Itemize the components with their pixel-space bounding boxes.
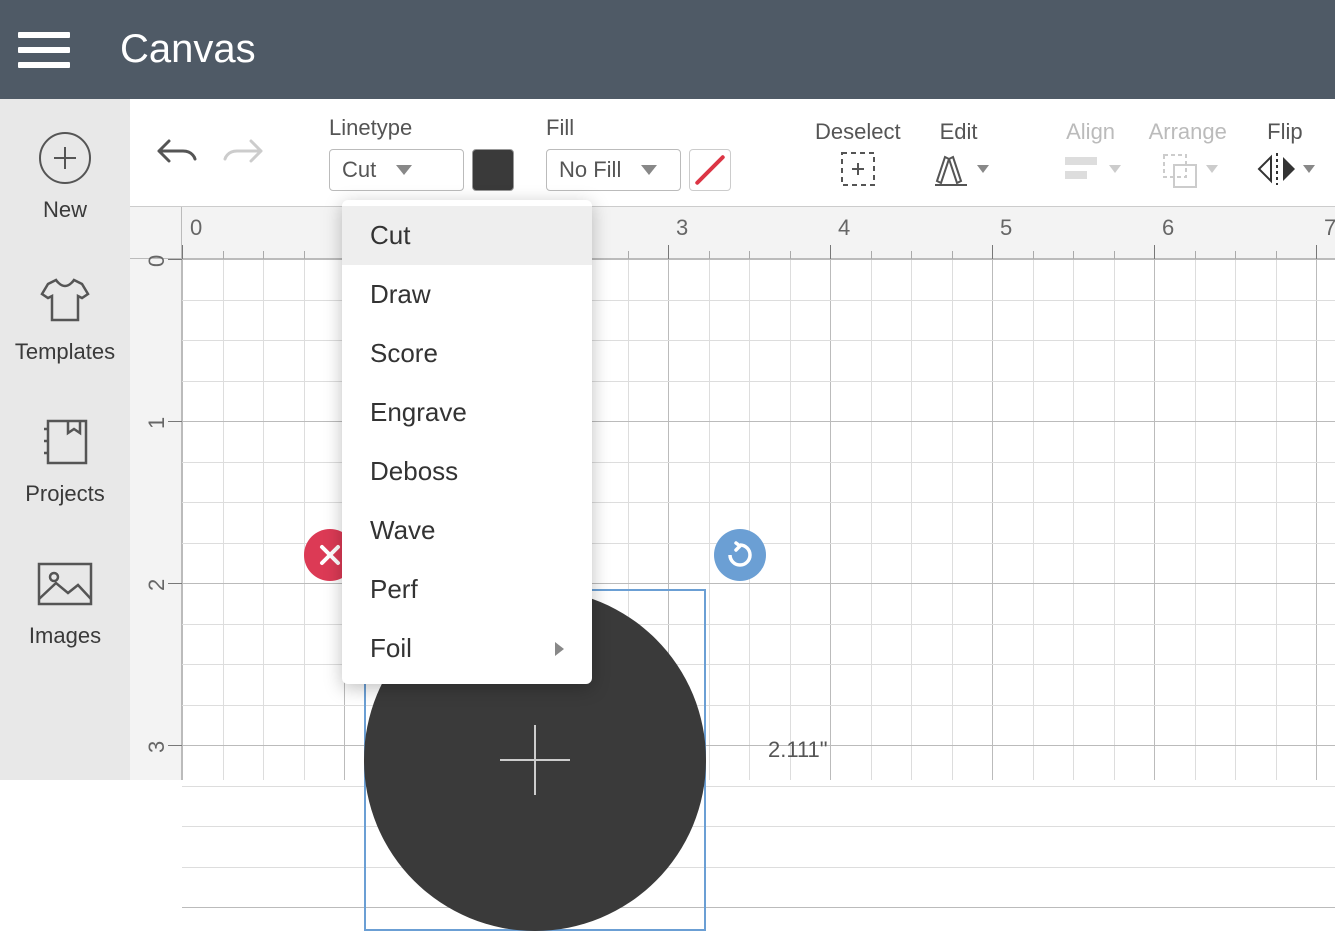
fill-color-swatch[interactable] (689, 149, 731, 191)
notebook-icon (36, 413, 94, 471)
plus-circle-icon (36, 129, 94, 187)
flip-icon (1255, 151, 1315, 187)
deselect-icon (838, 151, 878, 187)
menu-hamburger-icon[interactable] (18, 32, 70, 68)
chevron-down-icon (1109, 165, 1121, 173)
sidebar-item-images[interactable]: Images (29, 555, 101, 649)
deselect-action[interactable]: Deselect (815, 119, 901, 187)
linetype-value: Cut (342, 157, 376, 183)
left-sidebar: New Templates Projects Images (0, 99, 130, 780)
sidebar-item-projects[interactable]: Projects (25, 413, 104, 507)
page-title: Canvas (120, 27, 256, 72)
linetype-option-perf[interactable]: Perf (342, 560, 592, 619)
linetype-dropdown-menu: CutDrawScoreEngraveDebossWavePerfFoil (342, 200, 592, 684)
linetype-option-wave[interactable]: Wave (342, 501, 592, 560)
sidebar-label-projects: Projects (25, 481, 104, 507)
linetype-option-draw[interactable]: Draw (342, 265, 592, 324)
image-icon (36, 555, 94, 613)
undo-icon[interactable] (155, 135, 199, 171)
edit-action[interactable]: Edit (929, 119, 989, 187)
sidebar-label-images: Images (29, 623, 101, 649)
linetype-option-deboss[interactable]: Deboss (342, 442, 592, 501)
edit-tools-icon (929, 151, 989, 187)
fill-group: Fill No Fill (546, 115, 731, 191)
linetype-option-foil[interactable]: Foil (342, 619, 592, 678)
sidebar-label-templates: Templates (15, 339, 115, 365)
ruler-vertical: 0123 (130, 259, 182, 780)
fill-value: No Fill (559, 157, 621, 183)
chevron-right-icon (555, 642, 564, 656)
linetype-option-cut[interactable]: Cut (342, 206, 592, 265)
arrange-action: Arrange (1149, 119, 1227, 187)
rotate-icon (726, 541, 754, 569)
top-toolbar: Linetype Cut Fill No Fill Deselect Edit (130, 99, 1335, 207)
linetype-option-engrave[interactable]: Engrave (342, 383, 592, 442)
linetype-label: Linetype (329, 115, 514, 141)
chevron-down-icon (1303, 165, 1315, 173)
chevron-down-icon (396, 165, 412, 175)
fill-label: Fill (546, 115, 731, 141)
close-icon (318, 543, 342, 567)
align-icon (1061, 151, 1121, 187)
chevron-down-icon (977, 165, 989, 173)
flip-action[interactable]: Flip (1255, 119, 1315, 187)
fill-dropdown[interactable]: No Fill (546, 149, 681, 191)
deselect-label: Deselect (815, 119, 901, 145)
linetype-color-swatch[interactable] (472, 149, 514, 191)
align-action: Align (1061, 119, 1121, 187)
arrange-label: Arrange (1149, 119, 1227, 145)
ruler-corner (130, 207, 182, 259)
linetype-group: Linetype Cut (329, 115, 514, 191)
redo-icon[interactable] (221, 135, 265, 171)
sidebar-label-new: New (43, 197, 87, 223)
align-label: Align (1066, 119, 1115, 145)
sidebar-item-templates[interactable]: Templates (15, 271, 115, 365)
sidebar-item-new[interactable]: New (36, 129, 94, 223)
canvas-workspace[interactable]: 01234567 0123 2.111" (130, 207, 1335, 780)
chevron-down-icon (1206, 165, 1218, 173)
flip-label: Flip (1267, 119, 1302, 145)
rotate-handle[interactable] (714, 529, 766, 581)
edit-label: Edit (940, 119, 978, 145)
width-dimension-label: 2.111" (768, 737, 828, 763)
linetype-dropdown[interactable]: Cut (329, 149, 464, 191)
app-header: Canvas (0, 0, 1335, 99)
arrange-icon (1158, 151, 1218, 187)
chevron-down-icon (641, 165, 657, 175)
linetype-option-score[interactable]: Score (342, 324, 592, 383)
tshirt-icon (36, 271, 94, 329)
